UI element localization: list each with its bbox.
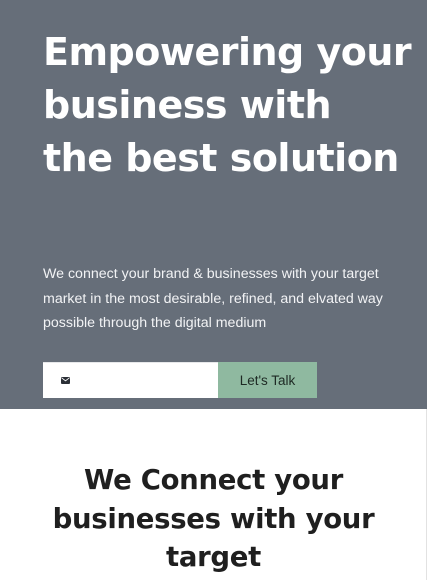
hero-subtitle: We connect your brand & businesses with … — [43, 266, 383, 331]
envelope-icon — [61, 377, 70, 384]
hero-section: Empowering your business with the best s… — [0, 0, 427, 409]
hero-title: Empowering your business with the best s… — [43, 30, 412, 180]
contact-form: Let's Talk — [43, 362, 317, 398]
email-field[interactable] — [43, 362, 218, 398]
page: Empowering your business with the best s… — [0, 0, 427, 580]
email-input[interactable] — [77, 369, 213, 391]
section-title: We Connect your businesses with your tar… — [52, 464, 375, 573]
lets-talk-button[interactable]: Let's Talk — [218, 362, 317, 398]
